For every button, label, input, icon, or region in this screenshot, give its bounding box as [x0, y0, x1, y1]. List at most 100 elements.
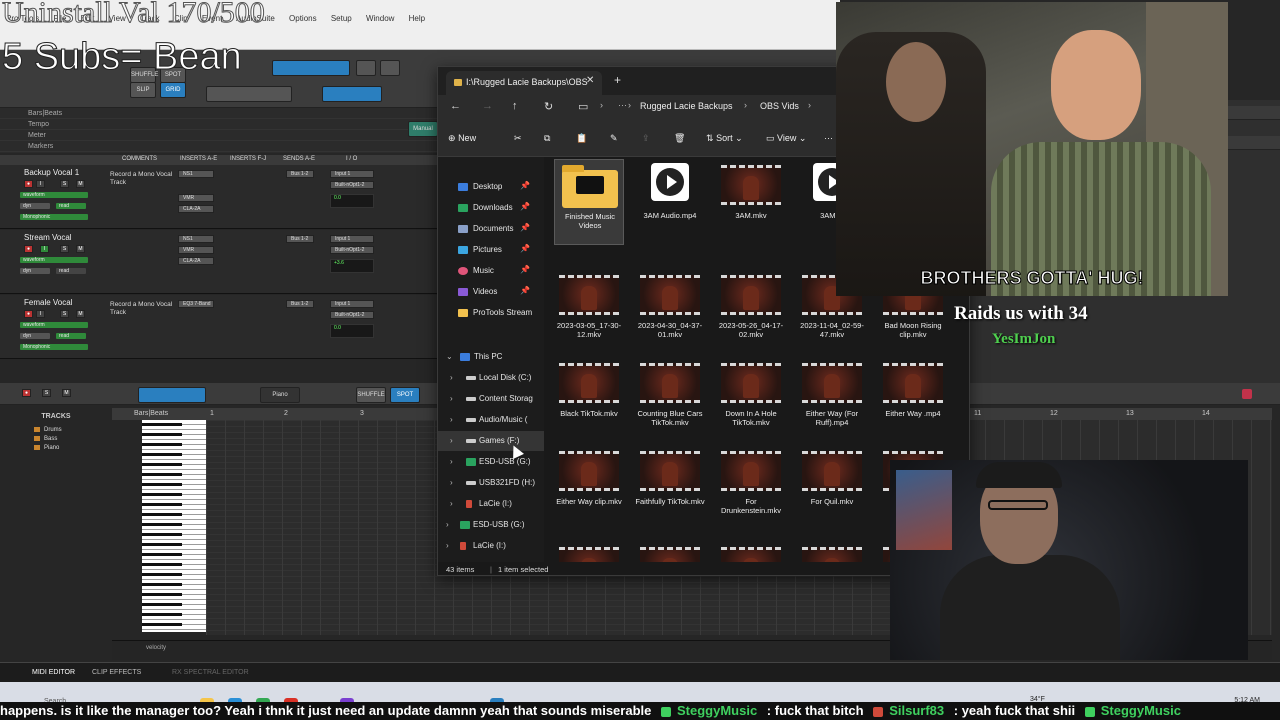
input-selector[interactable]: Input 1: [330, 170, 374, 178]
mute-button[interactable]: M: [76, 180, 85, 188]
file-item[interactable]: 2023-04-30_04-37-01.mkv: [635, 269, 705, 355]
slip-mode-button[interactable]: SLIP: [130, 82, 156, 98]
nav-item-downloads[interactable]: Downloads 📌: [438, 198, 544, 218]
menu-item[interactable]: Help: [409, 14, 425, 23]
chevron-right-icon[interactable]: ›: [450, 457, 453, 466]
file-item[interactable]: [797, 541, 867, 562]
midi-record-button[interactable]: ●: [22, 389, 31, 397]
midi-track-item[interactable]: Piano: [34, 445, 62, 454]
midi-track-item[interactable]: Drums: [34, 427, 62, 436]
input-selector[interactable]: Input 1: [330, 235, 374, 243]
midi-spot-button[interactable]: SPOT: [390, 387, 420, 403]
dyn-selector[interactable]: dyn: [20, 268, 50, 274]
chevron-right-icon[interactable]: ›: [450, 394, 453, 403]
output-selector[interactable]: Built-nOpt1-2: [330, 181, 374, 189]
record-arm-button[interactable]: ●: [24, 245, 33, 253]
chevron-down-icon[interactable]: ⌄: [446, 352, 453, 361]
nav-item-this-pc[interactable]: ⌄ This PC: [438, 347, 544, 367]
tab-midi-editor[interactable]: MIDI EDITOR: [32, 669, 75, 676]
file-item[interactable]: Counting Blue Cars TikTok.mkv: [635, 357, 705, 443]
dyn-selector[interactable]: dyn: [20, 203, 50, 209]
input-monitor-button[interactable]: I: [36, 180, 45, 188]
monitor-icon[interactable]: ▭: [578, 100, 588, 113]
volume-readout[interactable]: +3.6: [330, 259, 374, 273]
file-item[interactable]: Black TikTok.mkv: [554, 357, 624, 443]
file-item[interactable]: Finished Music Videos: [554, 159, 624, 245]
forward-arrow-icon[interactable]: →: [482, 100, 493, 112]
nav-item-local-disk[interactable]: › Local Disk (C:): [438, 368, 544, 388]
insert-slot[interactable]: EQ3 7-Band: [178, 300, 214, 308]
insert-slot[interactable]: NS1: [178, 235, 214, 243]
up-arrow-icon[interactable]: ↑: [512, 100, 518, 112]
volume-readout[interactable]: 0.0: [330, 324, 374, 338]
track-view-selector[interactable]: waveform: [20, 192, 88, 198]
nav-item-content-storage[interactable]: › Content Storag: [438, 389, 544, 409]
midi-shuffle-button[interactable]: SHUFFLE: [356, 387, 386, 403]
file-item[interactable]: Either Way .mp4: [878, 357, 948, 443]
send-slot[interactable]: Bus 1-2: [286, 300, 314, 308]
menu-item[interactable]: Window: [366, 14, 394, 23]
nav-item-esd-usb-root[interactable]: › ESD-USB (G:): [438, 515, 544, 535]
sort-button[interactable]: ⇅ Sort ⌄: [706, 133, 743, 144]
nav-item-games[interactable]: › Games (F:): [438, 431, 544, 451]
track-comment[interactable]: Record a Mono Vocal Track: [110, 301, 180, 317]
file-item[interactable]: Either Way clip.mkv: [554, 445, 624, 531]
grid-mode-button[interactable]: GRID: [160, 82, 186, 98]
file-item[interactable]: Either Way (For Ruff).mp4: [797, 357, 867, 443]
more-crumbs-icon[interactable]: ···: [618, 100, 627, 110]
nav-item-lacie[interactable]: › LaCie (I:): [438, 494, 544, 514]
file-item[interactable]: For Quil.mkv: [797, 445, 867, 531]
smart-tool-icon[interactable]: [380, 60, 400, 76]
chevron-right-icon[interactable]: ›: [450, 499, 453, 508]
chevron-right-icon[interactable]: ›: [450, 373, 453, 382]
nav-item-documents[interactable]: Documents 📌: [438, 219, 544, 239]
manual-tempo-button[interactable]: Manual: [408, 121, 438, 137]
menu-item[interactable]: Options: [289, 14, 317, 23]
midi-track-item[interactable]: Bass: [34, 436, 62, 445]
insert-slot[interactable]: NS1: [178, 170, 214, 178]
file-item[interactable]: Down In A Hole TikTok.mkv: [716, 357, 786, 443]
track-name[interactable]: Stream Vocal: [24, 233, 72, 242]
paste-icon[interactable]: 📋: [576, 133, 587, 144]
chevron-right-icon[interactable]: ›: [446, 520, 449, 529]
file-item[interactable]: 3AM Audio.mp4: [635, 159, 705, 245]
more-options-icon[interactable]: ···: [824, 133, 833, 143]
nudge-controls[interactable]: [206, 86, 292, 102]
nav-item-pictures[interactable]: Pictures 📌: [438, 240, 544, 260]
track-view-selector[interactable]: waveform: [20, 257, 88, 263]
output-selector[interactable]: Built-nOpt1-2: [330, 311, 374, 319]
rename-icon[interactable]: ✎: [610, 133, 618, 144]
automation-mode[interactable]: read: [56, 203, 86, 209]
solo-button[interactable]: S: [60, 310, 69, 318]
nav-item-desktop[interactable]: Desktop 📌: [438, 177, 544, 197]
file-item[interactable]: [716, 541, 786, 562]
nav-item-esd-usb[interactable]: › ESD-USB (G:): [438, 452, 544, 472]
input-monitor-button[interactable]: I: [36, 310, 45, 318]
edit-tools-group[interactable]: [272, 60, 350, 76]
midi-mute-button[interactable]: M: [62, 389, 71, 397]
solo-button[interactable]: S: [60, 180, 69, 188]
automation-mode[interactable]: read: [56, 268, 86, 274]
nav-item-protools-stream[interactable]: ProTools Stream: [438, 303, 544, 323]
track-comment[interactable]: Record a Mono Vocal Track: [110, 171, 180, 187]
track-female-vocal[interactable]: Female Vocal ● I S M waveform dyn read M…: [0, 295, 440, 359]
file-item[interactable]: Faithfully TikTok.mkv: [635, 445, 705, 531]
send-slot[interactable]: Bus 1-2: [286, 170, 314, 178]
close-tab-icon[interactable]: ✕: [586, 75, 594, 86]
nav-item-audio-music[interactable]: › Audio/Music (: [438, 410, 544, 430]
elastic-audio-mode[interactable]: Monophonic: [20, 214, 88, 220]
new-tab-icon[interactable]: +: [614, 73, 621, 87]
midi-tools-group[interactable]: [138, 387, 206, 403]
insert-slot[interactable]: CLA-2A: [178, 205, 214, 213]
share-icon[interactable]: ⇪: [642, 133, 650, 144]
track-stream-vocal[interactable]: Stream Vocal ● I S M waveform dyn read N…: [0, 230, 440, 294]
record-arm-button[interactable]: ●: [24, 310, 33, 318]
track-backup-vocal-1[interactable]: Backup Vocal 1 ● I S M waveform dyn read…: [0, 165, 440, 229]
chevron-right-icon[interactable]: ›: [450, 415, 453, 424]
breadcrumb-item[interactable]: OBS Vids: [760, 101, 799, 111]
input-selector[interactable]: Input 1: [330, 300, 374, 308]
send-slot[interactable]: Bus 1-2: [286, 235, 314, 243]
insert-slot[interactable]: VMR: [178, 246, 214, 254]
view-button[interactable]: ▭ View ⌄: [766, 133, 806, 144]
nav-item-usb321fd[interactable]: › USB321FD (H:): [438, 473, 544, 493]
